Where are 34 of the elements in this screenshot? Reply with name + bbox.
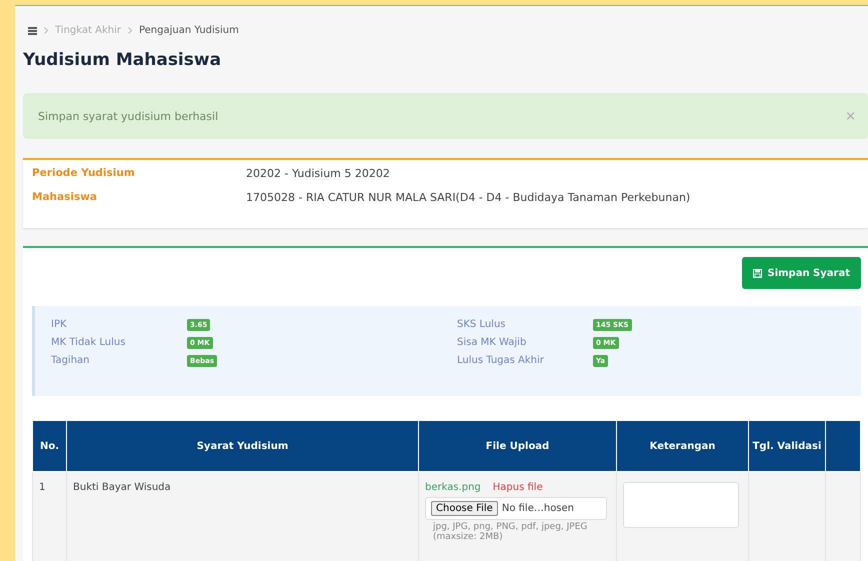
delete-file-link[interactable]: Hapus file bbox=[492, 482, 543, 493]
info-label: Mahasiswa bbox=[32, 191, 98, 204]
column-header: Keterangan bbox=[616, 420, 748, 472]
page-title: Yudisium Mahasiswa bbox=[23, 50, 222, 70]
info-label: Periode Yudisium bbox=[32, 167, 136, 180]
info-value: 1705028 - RIA CATUR NUR MALA SARI(D4 - D4 - Budidaya Tanaman Perkebunan) bbox=[246, 191, 692, 204]
file-field[interactable]: Choose File No file…hosen bbox=[425, 497, 607, 520]
save-icon bbox=[752, 268, 762, 278]
stat-label: Sisa MK Wajib bbox=[457, 337, 528, 349]
column-header: Tgl. Validasi bbox=[748, 420, 826, 472]
breadcrumb-item[interactable]: Tingkat Akhir bbox=[55, 25, 121, 36]
column-header: Syarat Yudisium bbox=[66, 420, 418, 472]
stat-label: Lulus Tugas Akhir bbox=[457, 355, 545, 367]
close-icon[interactable]: × bbox=[845, 108, 856, 124]
stat-label: MK Tidak Lulus bbox=[51, 337, 126, 349]
choose-file-button[interactable]: Choose File bbox=[431, 501, 498, 516]
table-cell: Bukti Bayar Wisuda bbox=[66, 472, 418, 561]
column-header: No. bbox=[32, 420, 66, 472]
breadcrumb-item: Pengajuan Yudisium bbox=[138, 25, 239, 36]
alert-message: Simpan syarat yudisium berhasil bbox=[38, 110, 218, 122]
save-button[interactable]: Simpan Syarat bbox=[742, 257, 861, 289]
stat-label: IPK bbox=[51, 319, 68, 331]
chevron-icon bbox=[44, 27, 48, 34]
stat-label: SKS Lulus bbox=[457, 319, 506, 331]
chevron-icon bbox=[128, 27, 132, 34]
notes-field[interactable] bbox=[623, 482, 739, 528]
column-header: File Upload bbox=[418, 420, 616, 472]
menu-icon[interactable] bbox=[28, 26, 37, 34]
stat-label: Tagihan bbox=[51, 355, 91, 367]
file-link[interactable]: berkas.png bbox=[425, 482, 481, 493]
file-status: No file…hosen bbox=[502, 503, 574, 514]
info-value: 20202 - Yudisium 5 20202 bbox=[246, 167, 391, 180]
file-hint: jpg, JPG, png, PNG, pdf, jpeg, JPEG (maxsize: 2MB) bbox=[432, 522, 588, 542]
table-cell: 1 bbox=[32, 472, 66, 561]
